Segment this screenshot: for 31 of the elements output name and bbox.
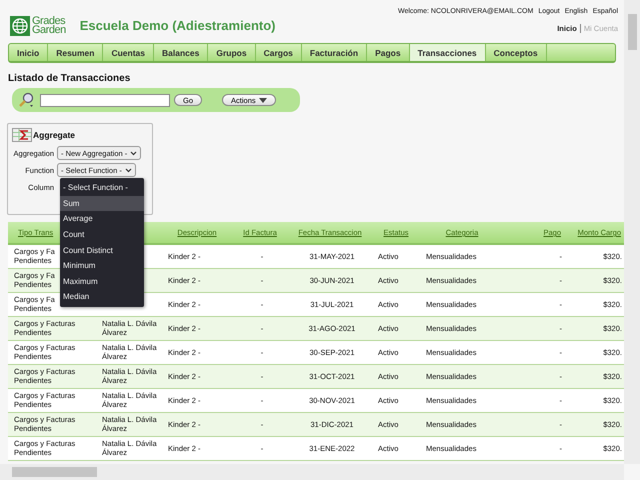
dropdown-option[interactable]: - Select Function - (60, 180, 144, 196)
nav-tab[interactable]: Cargos (256, 44, 302, 61)
nav-tab[interactable]: Grupos (208, 44, 256, 61)
dropdown-option[interactable]: Minimum (60, 258, 144, 274)
horizontal-scrollbar[interactable] (0, 464, 624, 480)
logo-text: Garden (32, 26, 66, 34)
chevron-icon (130, 150, 138, 156)
globe-icon (10, 16, 30, 36)
caret-icon (258, 98, 267, 102)
page-title: Listado de Transacciones (8, 73, 132, 85)
search-field[interactable] (40, 94, 170, 106)
nav-tab[interactable]: Transacciones (410, 44, 486, 61)
nav-tab[interactable]: Conceptos (486, 44, 547, 61)
chevron-icon (124, 168, 132, 172)
search-icon[interactable] (18, 92, 36, 108)
vertical-scrollbar[interactable] (624, 0, 640, 464)
nav-tab[interactable]: Balances (154, 44, 208, 61)
sum-table-icon (12, 128, 32, 142)
dropdown-option[interactable]: Maximum (60, 274, 144, 290)
panel-title: Aggregate (33, 130, 76, 140)
dropdown-option[interactable]: Count (60, 226, 144, 242)
nav-tab[interactable]: Inicio (9, 44, 48, 61)
logo-text: Grades (32, 16, 66, 26)
nav-tab[interactable]: Resumen (48, 44, 104, 61)
dropdown-option[interactable]: Average (60, 211, 144, 227)
nav-tab[interactable]: Cuentas (103, 44, 154, 61)
dropdown-option[interactable]: Median (60, 289, 144, 305)
dropdown-option[interactable]: Count Distinct (60, 242, 144, 258)
dropdown-option[interactable]: Sum (60, 196, 144, 212)
nav-tab[interactable]: Facturación (302, 44, 368, 61)
school-name: Escuela Demo (Adiestramiento) (80, 18, 276, 33)
